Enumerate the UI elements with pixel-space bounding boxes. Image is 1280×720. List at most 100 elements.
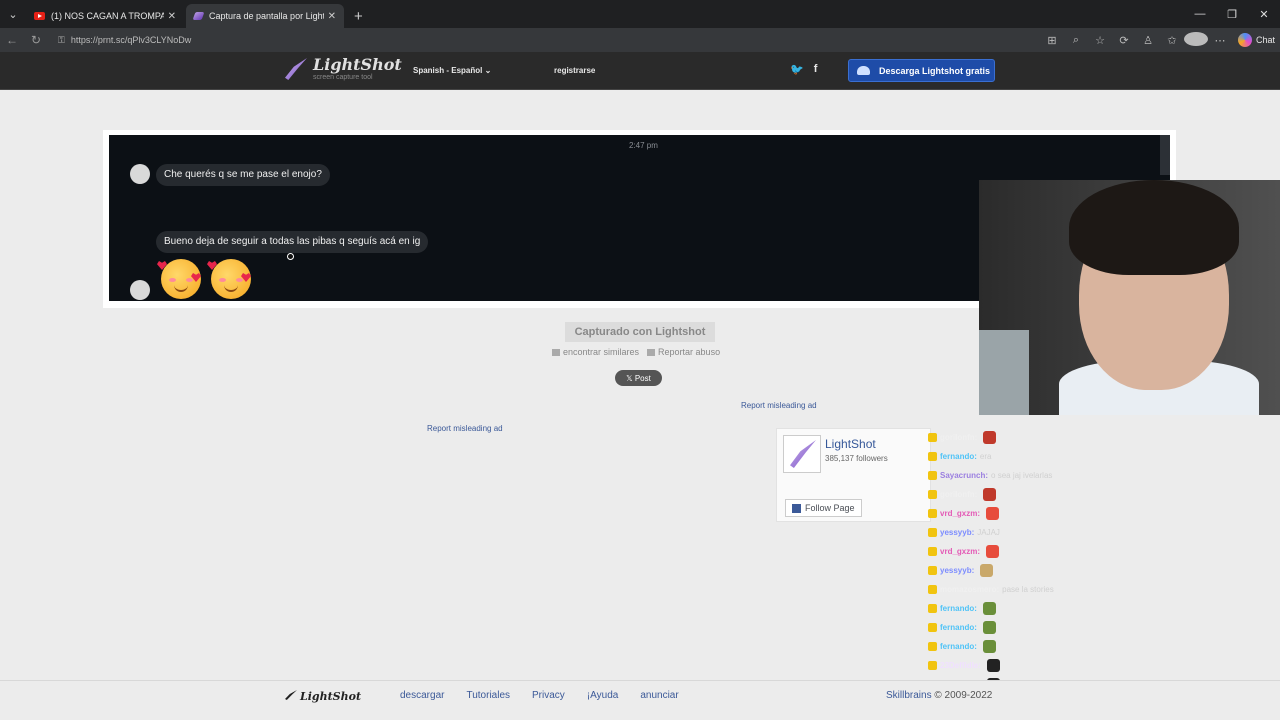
more-menu-icon[interactable]: ⋯ bbox=[1208, 34, 1232, 47]
skillbrains-link[interactable]: Skillbrains bbox=[886, 690, 932, 701]
chat-message: yessyyb: JAJAJ bbox=[928, 523, 1108, 542]
close-window-icon[interactable]: ✕ bbox=[1248, 0, 1280, 28]
message-bubble: Bueno deja de seguir a todas las pibas q… bbox=[156, 231, 429, 253]
footer-logo[interactable]: LightShot bbox=[285, 690, 361, 703]
x-post-button[interactable]: 𝕏 Post bbox=[615, 370, 662, 386]
trash-icon bbox=[647, 349, 656, 357]
register-link[interactable]: registrarse bbox=[554, 66, 595, 75]
footer-link-help[interactable]: ¡Ayuda bbox=[587, 690, 619, 701]
smiling-hearts-emoji-icon bbox=[207, 259, 251, 299]
captured-with-caption: Capturado con Lightshot bbox=[565, 322, 715, 342]
chat-username: fernando: bbox=[940, 604, 977, 613]
footer-link-advertise[interactable]: anunciar bbox=[640, 690, 678, 701]
copilot-chat-button[interactable]: Chat bbox=[1238, 33, 1275, 47]
minimize-icon[interactable]: — bbox=[1184, 0, 1216, 28]
tab-list-chevron-icon[interactable]: ⌄ bbox=[0, 0, 26, 28]
report-ad-link[interactable]: Report misleading ad bbox=[741, 401, 817, 410]
app-available-icon[interactable]: ⊞ bbox=[1040, 34, 1064, 47]
chat-badge-icon bbox=[928, 433, 937, 442]
chat-label: Chat bbox=[1256, 35, 1276, 45]
screenshot-scrollbar bbox=[1160, 135, 1170, 175]
footer-link-tutorials[interactable]: Tutoriales bbox=[466, 690, 510, 701]
zoom-icon[interactable]: ⌕ bbox=[1064, 34, 1088, 47]
reload-icon[interactable]: ↻ bbox=[24, 33, 48, 47]
report-abuse-link[interactable]: Reportar abuso bbox=[647, 347, 720, 357]
report-ad-link[interactable]: Report misleading ad bbox=[427, 424, 503, 433]
tab-close-icon[interactable]: ✕ bbox=[328, 11, 336, 22]
site-info-icon[interactable]: ⚿ bbox=[58, 35, 65, 46]
lightshot-icon bbox=[192, 12, 205, 20]
chat-message: fernando: bbox=[928, 637, 1108, 656]
footer-link-privacy[interactable]: Privacy bbox=[532, 690, 565, 701]
browser-toolbar: ⊞ ⌕ ☆ ⟳ ♙ ✩ ⋯ bbox=[1040, 31, 1232, 49]
follow-page-button[interactable]: Follow Page bbox=[785, 499, 862, 517]
chat-username: fernando: bbox=[940, 452, 977, 461]
message-bubble: Che querés q se me pase el enojo? bbox=[156, 164, 330, 186]
avatar bbox=[130, 280, 150, 300]
chat-message: gorilonfn: bbox=[928, 428, 1108, 447]
address-bar-row: ← ↻ ⚿ https://prnt.sc/qPlv3CLYNoDw ⊞ ⌕ ☆… bbox=[0, 28, 1280, 52]
chat-username: vrd_gxzm: bbox=[940, 547, 981, 556]
browser-tab-youtube[interactable]: (1) NOS CAGAN A TROMPADAS!! ✕ bbox=[26, 4, 184, 28]
smiling-hearts-emoji-icon bbox=[157, 259, 201, 299]
site-footer: LightShot descargar Tutoriales Privacy ¡… bbox=[0, 680, 1280, 720]
download-cloud-icon bbox=[857, 66, 870, 75]
chat-message: 23Deffidle: bbox=[928, 656, 1108, 675]
new-tab-plus-icon[interactable]: + bbox=[346, 4, 371, 28]
performance-icon[interactable]: ♙ bbox=[1136, 34, 1160, 47]
favorite-star-icon[interactable]: ☆ bbox=[1088, 34, 1112, 47]
chat-message: vrd_gxzm: bbox=[928, 504, 1108, 523]
url-field[interactable]: ⚿ https://prnt.sc/qPlv3CLYNoDw bbox=[52, 30, 1032, 50]
chat-emote-icon bbox=[986, 545, 1000, 558]
restore-icon[interactable]: ❐ bbox=[1216, 0, 1248, 28]
fb-followers: 385,137 followers bbox=[825, 454, 888, 463]
back-arrow-icon[interactable]: ← bbox=[0, 33, 24, 47]
twitter-icon[interactable]: 🐦 bbox=[790, 63, 804, 76]
chat-username: fernando: bbox=[940, 623, 977, 632]
language-selector[interactable]: Spanish - Español ⌄ bbox=[413, 66, 491, 75]
find-similar-link[interactable]: encontrar similares bbox=[552, 347, 639, 357]
youtube-icon bbox=[34, 12, 45, 20]
fb-page-name[interactable]: LightShot bbox=[825, 437, 876, 451]
tab-close-icon[interactable]: ✕ bbox=[168, 11, 176, 22]
extension-icon[interactable]: ⟳ bbox=[1112, 34, 1136, 47]
browser-tab-lightshot[interactable]: Captura de pantalla por Lightshot ✕ bbox=[186, 4, 344, 28]
chat-username: Sayacrunch: bbox=[940, 471, 989, 480]
facebook-icon[interactable]: f bbox=[814, 63, 818, 76]
page-thumbnail[interactable] bbox=[783, 435, 821, 473]
stream-chat-overlay: gorilonfn: fernando: era Sayacrunch: o sea j… bbox=[928, 428, 1108, 694]
footer-links: descargar Tutoriales Privacy ¡Ayuda anun… bbox=[400, 690, 679, 701]
chat-emote-icon bbox=[980, 564, 994, 577]
chat-badge-icon bbox=[928, 509, 937, 518]
chat-emote-icon bbox=[982, 621, 996, 634]
background-wall bbox=[979, 330, 1029, 415]
favorites-icon[interactable]: ✩ bbox=[1160, 34, 1184, 47]
copyright: Skillbrains © 2009-2022 bbox=[886, 690, 992, 701]
chat-text: o sea jaj ivelarlas bbox=[991, 471, 1053, 480]
chat-badge-icon bbox=[928, 623, 937, 632]
download-button[interactable]: Descarga Lightshot gratis bbox=[848, 59, 995, 82]
chat-emote-icon bbox=[986, 659, 1000, 672]
download-label: Descarga Lightshot gratis bbox=[879, 65, 991, 76]
lightshot-logo[interactable]: LightShot screen capture tool bbox=[285, 57, 402, 81]
logo-tagline: screen capture tool bbox=[313, 74, 373, 81]
copyright-text: © 2009-2022 bbox=[934, 690, 993, 701]
chat-text: pase la stories bbox=[1002, 585, 1054, 594]
chat-username: gorilonfn: bbox=[940, 433, 978, 442]
mouse-cursor-icon bbox=[287, 253, 294, 260]
chat-text: era bbox=[979, 452, 992, 461]
chat-username: fernando: bbox=[940, 642, 977, 651]
chat-badge-icon bbox=[928, 566, 937, 575]
chat-emote-icon bbox=[983, 431, 997, 444]
chat-emote-icon bbox=[982, 640, 996, 653]
chat-username: gorilonfn: bbox=[940, 490, 978, 499]
profile-avatar[interactable] bbox=[1184, 31, 1208, 49]
image-actions: encontrar similares Reportar abuso bbox=[552, 347, 720, 357]
chat-badge-icon bbox=[928, 452, 937, 461]
social-links: 🐦 f bbox=[790, 63, 817, 76]
chat-emote-icon bbox=[982, 602, 996, 615]
streamer-hair bbox=[1069, 180, 1239, 275]
footer-link-download[interactable]: descargar bbox=[400, 690, 444, 701]
chat-text: JAJAJ bbox=[977, 528, 1000, 537]
chat-badge-icon bbox=[928, 585, 937, 594]
